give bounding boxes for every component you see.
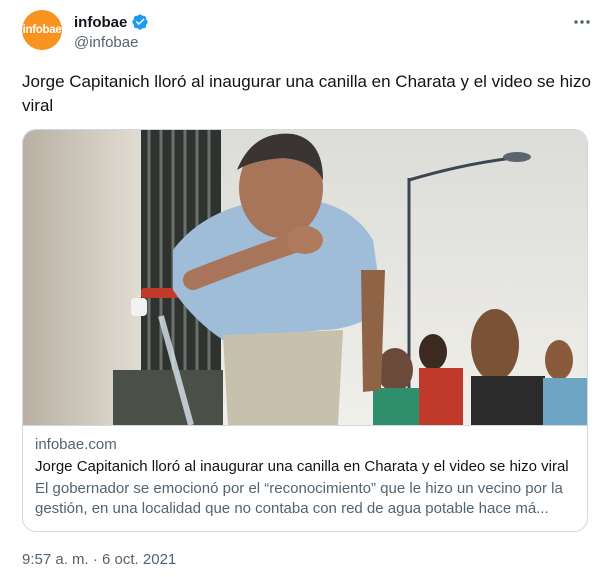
verified-badge-icon — [132, 14, 149, 30]
handle[interactable]: @infobae — [74, 34, 149, 51]
avatar-logo-text: infobae — [22, 24, 62, 36]
avatar[interactable]: infobae — [22, 10, 62, 50]
tweet[interactable]: infobae infobae @infobae Jorge Capitanic… — [0, 0, 611, 577]
author-info: infobae @infobae — [74, 10, 149, 51]
timestamp[interactable]: 9:57 a. m. · 6 oct. 2021 — [22, 551, 176, 568]
more-options-button[interactable] — [569, 12, 595, 32]
tweet-header: infobae infobae @infobae — [22, 10, 595, 54]
link-card[interactable]: infobae.com Jorge Capitanich lloró al in… — [22, 129, 588, 532]
card-title: Jorge Capitanich lloró al inaugurar una … — [35, 458, 569, 475]
card-image[interactable] — [23, 130, 588, 425]
card-domain: infobae.com — [35, 436, 117, 453]
name-row: infobae — [74, 12, 149, 32]
card-meta: infobae.com Jorge Capitanich lloró al in… — [23, 425, 587, 531]
more-horizontal-icon — [574, 20, 590, 24]
card-description: El gobernador se emocionó por el “recono… — [35, 480, 563, 517]
tweet-text: Jorge Capitanich lloró al inaugurar una … — [22, 72, 591, 115]
display-name[interactable]: infobae — [74, 14, 127, 31]
